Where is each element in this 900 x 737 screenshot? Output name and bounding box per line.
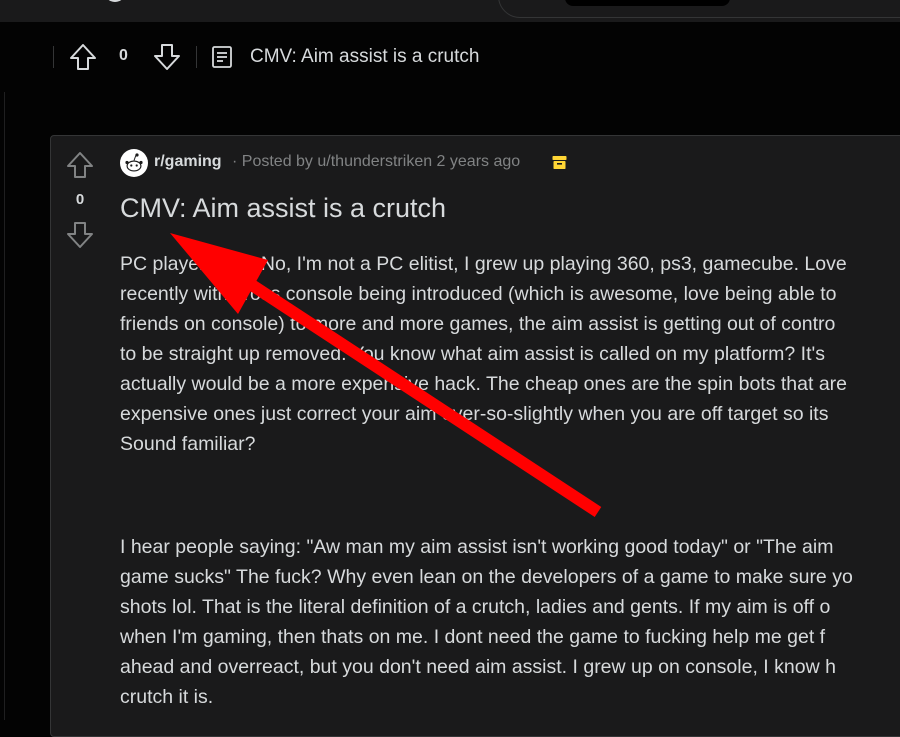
sticky-post-title[interactable]: CMV: Aim assist is a crutch: [250, 46, 479, 68]
profile-icon[interactable]: [104, 0, 126, 2]
text-line: game sucks" The fuck? Why even lean on t…: [120, 566, 853, 588]
post-title[interactable]: CMV: Aim assist is a crutch: [120, 193, 446, 224]
text-line: shots lol. That is the literal definitio…: [120, 596, 831, 618]
text-line: PC player here. No, I'm not a PC elitist…: [120, 253, 847, 275]
top-navigation-bar: [0, 0, 900, 23]
posted-by-text: · Posted by u/thunderstriken 2 years ago: [232, 153, 521, 170]
text-line: I hear people saying: "Aw man my aim ass…: [120, 536, 834, 558]
upvote-arrow-icon[interactable]: [68, 42, 98, 72]
text-line: when I'm gaming, then thats on me. I don…: [120, 626, 826, 648]
subreddit-link[interactable]: r/gaming: [154, 153, 222, 171]
paragraph: I hear people saying: "Aw man my aim ass…: [120, 532, 900, 712]
divider: [4, 22, 5, 720]
vote-column: 0: [51, 136, 109, 736]
text-line: expensive ones just correct your aim eve…: [120, 403, 829, 425]
upvote-arrow-icon[interactable]: [65, 150, 95, 180]
paragraph: PC player here. No, I'm not a PC elitist…: [120, 249, 900, 459]
text-line: crutch it is.: [120, 686, 214, 708]
downvote-arrow-icon[interactable]: [65, 220, 95, 250]
text-line: ahead and overreact, but you don't need …: [120, 656, 836, 678]
divider: [196, 46, 197, 68]
search-input[interactable]: [565, 0, 730, 6]
snoo-avatar-icon[interactable]: [120, 149, 148, 177]
text-line: friends on console) to more and more gam…: [120, 313, 836, 335]
text-line: Sound familiar?: [120, 433, 256, 455]
sticky-post-header: 0 CMV: Aim assist is a crutch: [0, 22, 900, 92]
post-card: 0 r/gaming · Posted by u/thunderstriken …: [50, 135, 900, 737]
text-post-icon: [212, 46, 232, 68]
text-line: to be straight up removed. You know what…: [120, 343, 825, 365]
text-line: actually would be a more expensive hack.…: [120, 373, 848, 395]
vote-count: 0: [119, 47, 128, 64]
archive-box-icon: [552, 156, 567, 169]
post-body: PC player here. No, I'm not a PC elitist…: [120, 249, 900, 712]
downvote-arrow-icon[interactable]: [152, 42, 182, 72]
divider: [53, 46, 54, 68]
vote-count: 0: [75, 191, 85, 208]
text-line: recently with cross console being introd…: [120, 283, 837, 305]
